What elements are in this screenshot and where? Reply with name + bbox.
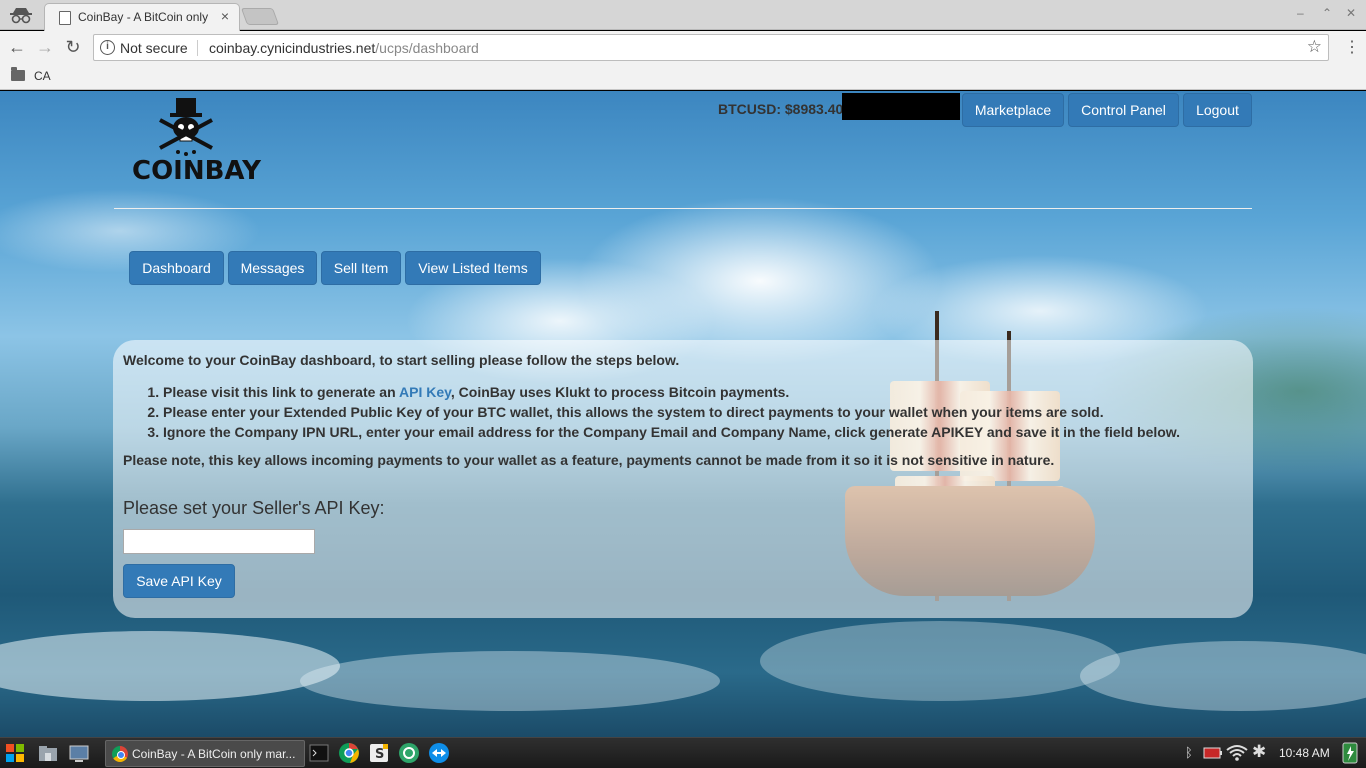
steps-list: Please visit this link to generate an AP… <box>163 382 1180 442</box>
save-api-key-button[interactable]: Save API Key <box>123 564 235 598</box>
start-menu-icon[interactable] <box>4 742 26 764</box>
wave-decoration <box>760 621 1120 701</box>
step-item: Please enter your Extended Public Key of… <box>163 402 1180 422</box>
taskbar-task-title: CoinBay - A BitCoin only mar... <box>132 747 296 761</box>
browser-tab-strip: CoinBay - A BitCoin only × – ⌃ ✕ <box>0 0 1366 31</box>
logout-button[interactable]: Logout <box>1183 93 1252 127</box>
marketplace-button[interactable]: Marketplace <box>962 93 1064 127</box>
api-key-label: Please set your Seller's API Key: <box>123 498 385 518</box>
system-clock: 10:48 AM <box>1279 746 1330 760</box>
browser-menu-icon[interactable]: ⋮ <box>1344 37 1360 57</box>
logo-wordmark: COINBAY <box>132 156 261 186</box>
address-separator <box>197 40 198 56</box>
teamviewer-icon[interactable] <box>428 742 450 764</box>
tab-close-icon[interactable]: × <box>221 8 229 24</box>
step-1-prefix: Please visit this link to generate an <box>163 384 400 400</box>
folder-icon <box>11 67 25 81</box>
step-1-suffix: , CoinBay uses Klukt to process Bitcoin … <box>450 384 790 400</box>
minimize-window-icon[interactable]: – <box>1297 6 1304 20</box>
control-panel-button[interactable]: Control Panel <box>1068 93 1179 127</box>
sell-item-button[interactable]: Sell Item <box>321 251 401 285</box>
terminal-icon[interactable] <box>308 742 330 764</box>
skull-top-hat-icon <box>159 98 213 156</box>
settings-gear-icon[interactable]: ✱ <box>1252 742 1266 762</box>
tab-title: CoinBay - A BitCoin only <box>78 10 209 24</box>
incognito-icon <box>10 8 32 24</box>
app-launcher-icon[interactable] <box>398 742 420 764</box>
security-status: Not secure <box>120 40 188 56</box>
close-window-icon[interactable]: ✕ <box>1346 6 1356 20</box>
browser-toolbar: ← → ↻ i Not secure coinbay.cynicindustri… <box>0 31 1366 64</box>
info-icon[interactable]: i <box>100 40 115 55</box>
page-favicon-icon <box>59 11 71 25</box>
bookmark-star-icon[interactable]: ☆ <box>1307 37 1322 57</box>
url-host: coinbay.cynicindustries.net <box>209 40 376 56</box>
step-item: Ignore the Company IPN URL, enter your e… <box>163 422 1180 442</box>
new-tab-button[interactable] <box>240 8 280 25</box>
url-text[interactable]: coinbay.cynicindustries.net/ucps/dashboa… <box>209 40 479 56</box>
bluetooth-icon[interactable]: ᛒ <box>1185 745 1193 760</box>
security-note: Please note, this key allows incoming pa… <box>123 452 1055 468</box>
sublime-text-icon[interactable]: S <box>368 742 390 764</box>
api-key-link[interactable]: API Key <box>399 384 451 400</box>
reload-icon[interactable]: ↻ <box>62 36 84 58</box>
messages-button[interactable]: Messages <box>228 251 317 285</box>
url-path: /ucps/dashboard <box>375 40 479 56</box>
bookmark-folder-ca[interactable]: CA <box>34 69 51 83</box>
forward-arrow-icon[interactable]: → <box>34 36 56 58</box>
wave-decoration <box>1080 641 1366 711</box>
desktop-icon[interactable] <box>68 742 90 764</box>
chrome-icon <box>112 746 128 762</box>
dashboard-panel: Welcome to your CoinBay dashboard, to st… <box>113 340 1253 618</box>
address-bar[interactable]: i Not secure coinbay.cynicindustries.net… <box>93 34 1329 61</box>
back-arrow-icon[interactable]: ← <box>6 36 28 58</box>
file-manager-icon[interactable] <box>37 742 59 764</box>
welcome-text: Welcome to your CoinBay dashboard, to st… <box>123 352 680 368</box>
dashboard-button[interactable]: Dashboard <box>129 251 224 285</box>
wifi-icon[interactable] <box>1226 744 1248 762</box>
page-background: COINBAY BTCUSD: $8983.40 Marketplace Con… <box>0 91 1366 737</box>
wave-decoration <box>300 651 720 711</box>
bookmarks-bar: CA <box>0 64 1366 90</box>
os-taskbar: CoinBay - A BitCoin only mar... S ᛒ ✱ 10… <box>0 737 1366 768</box>
coinbay-logo[interactable]: COINBAY <box>130 96 261 188</box>
btc-price: BTCUSD: $8983.40 <box>718 101 844 117</box>
browser-tab-active[interactable]: CoinBay - A BitCoin only × <box>44 3 240 31</box>
wave-decoration <box>0 631 340 701</box>
svg-text:S: S <box>375 747 384 762</box>
power-status-icon[interactable] <box>1340 741 1360 765</box>
view-listed-items-button[interactable]: View Listed Items <box>405 251 541 285</box>
maximize-window-icon[interactable]: ⌃ <box>1322 6 1332 20</box>
redacted-box <box>842 93 960 120</box>
header-divider <box>114 208 1252 209</box>
taskbar-chrome-task[interactable]: CoinBay - A BitCoin only mar... <box>105 740 305 767</box>
chrome-launcher-icon[interactable] <box>338 742 360 764</box>
battery-warning-icon[interactable] <box>1203 744 1223 762</box>
api-key-input[interactable] <box>123 529 315 554</box>
step-item: Please visit this link to generate an AP… <box>163 382 1180 402</box>
